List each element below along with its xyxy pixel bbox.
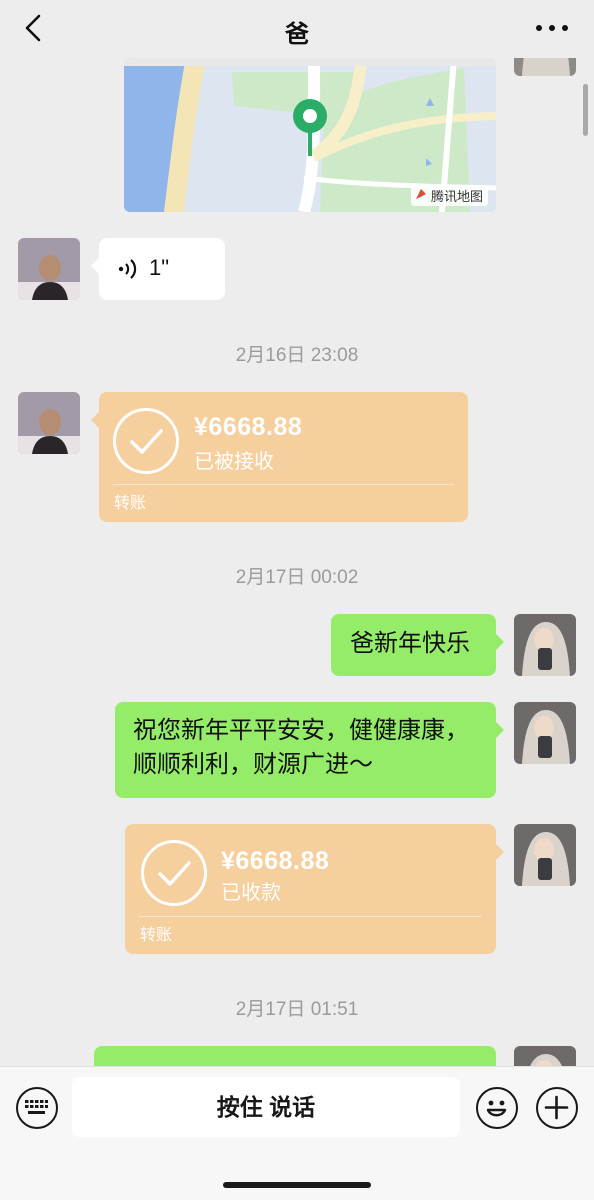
transfer-type-label: 转账 bbox=[114, 495, 147, 512]
map-provider-label: 腾讯地图 bbox=[410, 185, 488, 206]
avatar[interactable] bbox=[514, 824, 576, 886]
transfer-status: 已被接收 bbox=[194, 451, 274, 473]
avatar[interactable] bbox=[514, 614, 576, 676]
dot-icon bbox=[536, 25, 542, 31]
transfer-type-label: 转账 bbox=[140, 927, 173, 944]
checkmark-circle-icon bbox=[141, 840, 207, 906]
input-bar: 按住 说话 bbox=[0, 1066, 594, 1200]
timestamp: 2月16日 23:08 bbox=[235, 345, 359, 366]
voice-duration: 1" bbox=[149, 255, 170, 280]
transfer-status: 已收款 bbox=[221, 882, 281, 904]
voice-wave-icon bbox=[118, 259, 137, 279]
divider bbox=[139, 916, 482, 917]
location-map-card[interactable]: 腾讯地图 bbox=[124, 58, 496, 212]
keyboard-toggle-button[interactable] bbox=[16, 1087, 58, 1129]
chat-header: 爸 bbox=[0, 0, 594, 58]
transfer-message-bubble[interactable]: ¥6668.88 已收款 转账 bbox=[125, 824, 504, 954]
keyboard-icon bbox=[25, 1100, 48, 1114]
transfer-amount: ¥6668.88 bbox=[221, 847, 330, 875]
text-message-bubble[interactable]: 祝您新年平平安安，健健康康， 顺顺利利，财源广进～ bbox=[115, 702, 504, 798]
message-text-line: 顺顺利利，财源广进～ bbox=[133, 751, 373, 778]
plus-icon bbox=[544, 1095, 569, 1120]
scrollbar[interactable] bbox=[583, 84, 588, 136]
avatar[interactable] bbox=[18, 238, 80, 300]
emoji-button[interactable] bbox=[476, 1087, 518, 1129]
dot-icon bbox=[562, 25, 568, 31]
avatar[interactable] bbox=[514, 702, 576, 764]
timestamp: 2月17日 01:51 bbox=[235, 999, 359, 1020]
voice-message-bubble[interactable]: 1" bbox=[91, 238, 225, 300]
hold-to-talk-button[interactable]: 按住 说话 bbox=[72, 1077, 460, 1137]
avatar[interactable] bbox=[18, 392, 80, 454]
text-message-bubble[interactable]: 爸新年快乐 bbox=[331, 614, 504, 676]
message-text: 爸新年快乐 bbox=[350, 630, 470, 657]
transfer-amount: ¥6668.88 bbox=[194, 413, 303, 441]
dot-icon bbox=[549, 25, 555, 31]
message-text-line: 祝您新年平平安安，健健康康， bbox=[133, 717, 469, 744]
divider bbox=[113, 484, 454, 485]
tencent-map-icon bbox=[415, 189, 426, 199]
chat-title: 爸 bbox=[285, 21, 309, 48]
emoji-icon bbox=[486, 1100, 507, 1117]
more-options-button[interactable] bbox=[534, 14, 570, 38]
more-functions-button[interactable] bbox=[536, 1087, 578, 1129]
transfer-message-bubble[interactable]: ¥6668.88 已被接收 转账 bbox=[91, 392, 468, 522]
checkmark-circle-icon bbox=[113, 408, 179, 474]
timestamp: 2月17日 00:02 bbox=[235, 567, 359, 588]
home-indicator[interactable] bbox=[223, 1182, 371, 1188]
